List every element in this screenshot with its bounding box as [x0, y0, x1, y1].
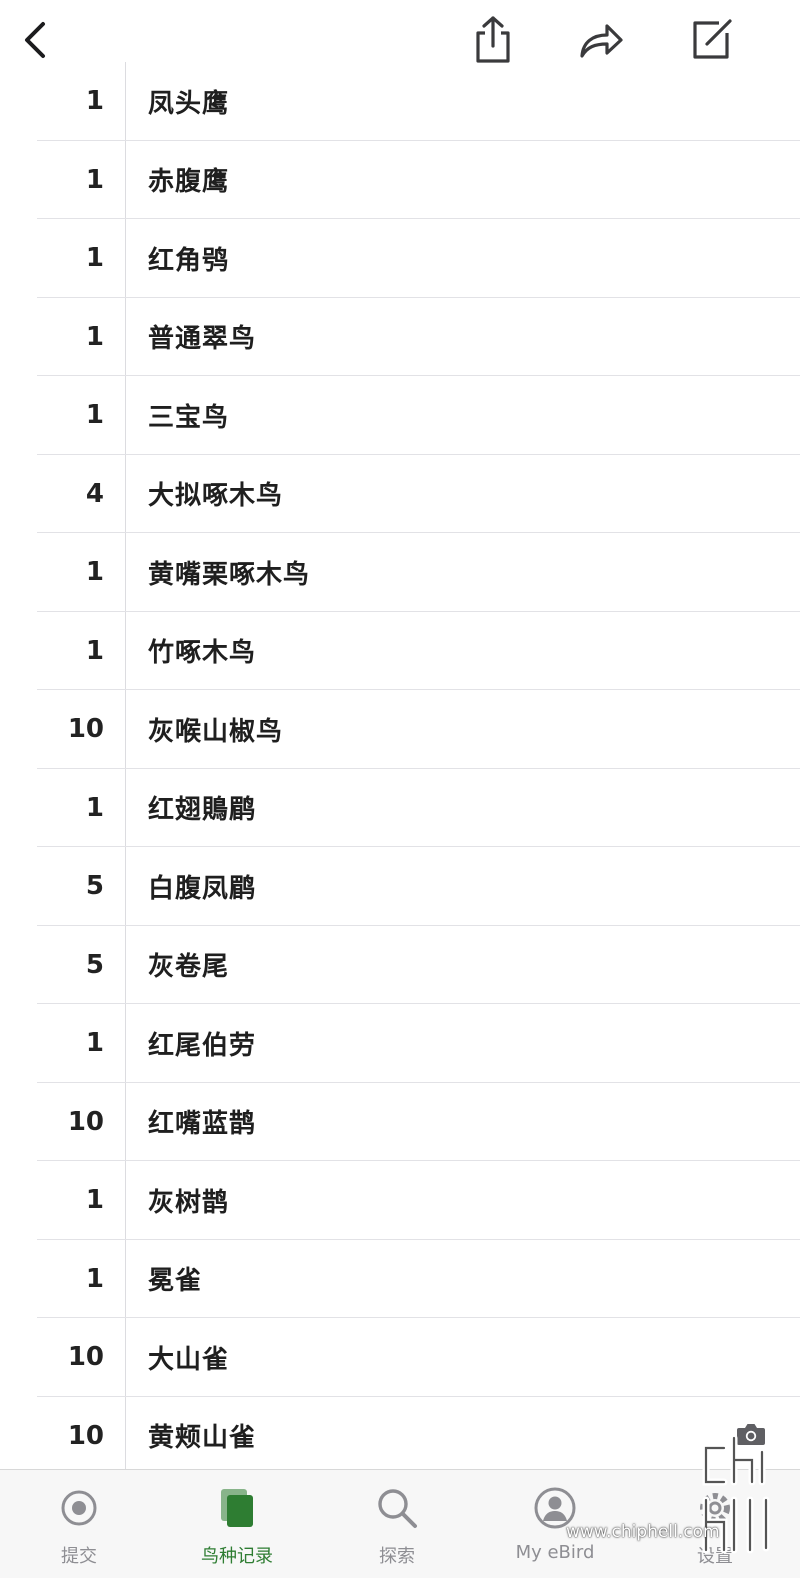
species-name: 黄颊山雀 — [148, 1423, 257, 1454]
list-item[interactable]: 1 凤头鹰 — [0, 62, 800, 141]
checklist-screen: 1 凤头鹰 1 赤腹鹰 1 红角鸮 1 普通翠鸟 1 三宝鸟 4 大拟啄木鸟 1… — [0, 0, 800, 1578]
species-name: 普通翠鸟 — [148, 324, 257, 355]
species-name: 红翅鵙鹛 — [148, 795, 257, 826]
species-name: 凤头鹰 — [148, 88, 230, 119]
search-icon — [378, 1489, 417, 1528]
species-count: 1 — [85, 1185, 104, 1216]
species-count: 1 — [85, 400, 104, 431]
target-icon — [61, 1490, 97, 1526]
column-divider — [125, 140, 126, 219]
species-count: 1 — [85, 164, 104, 195]
species-count: 10 — [67, 1342, 104, 1373]
column-divider — [125, 1004, 126, 1083]
column-divider — [125, 690, 126, 769]
species-count: 1 — [85, 635, 104, 666]
tab-label: My eBird — [515, 1542, 595, 1563]
species-name: 三宝鸟 — [148, 402, 230, 433]
species-name: 红尾伯劳 — [148, 1030, 257, 1061]
species-name: 赤腹鹰 — [148, 167, 230, 198]
species-name: 大山雀 — [148, 1344, 230, 1375]
list-item[interactable]: 1 赤腹鹰 — [0, 140, 800, 219]
column-divider — [125, 1396, 126, 1475]
watermark-logo — [694, 1430, 786, 1564]
list-item[interactable]: 5 白腹凤鹛 — [0, 847, 800, 926]
column-divider — [125, 1318, 126, 1397]
chevron-left-icon — [25, 22, 45, 58]
species-name: 红嘴蓝鹊 — [148, 1109, 257, 1140]
list-item[interactable]: 1 红翅鵙鹛 — [0, 768, 800, 847]
list-item[interactable]: 1 红角鸮 — [0, 219, 800, 298]
watermark-url: www.chiphell.com — [566, 1522, 720, 1542]
species-name: 灰喉山椒鸟 — [148, 716, 284, 747]
compose-icon — [693, 19, 732, 59]
species-count: 10 — [67, 1420, 104, 1451]
list-item[interactable]: 10 黄颊山雀 — [0, 1396, 800, 1475]
species-count: 1 — [85, 243, 104, 274]
tab-species-records[interactable]: 鸟种记录 — [162, 1480, 312, 1570]
tab-label: 鸟种记录 — [201, 1546, 273, 1567]
share-icon — [476, 16, 510, 63]
column-divider — [125, 533, 126, 612]
list-item[interactable]: 1 冕雀 — [0, 1239, 800, 1318]
column-divider — [125, 925, 126, 1004]
column-divider — [125, 768, 126, 847]
list-item[interactable]: 5 灰卷尾 — [0, 925, 800, 1004]
list-item[interactable]: 1 普通翠鸟 — [0, 297, 800, 376]
species-count: 4 — [85, 478, 104, 509]
back-button[interactable] — [8, 10, 64, 70]
tab-label: 探索 — [379, 1546, 415, 1567]
species-list: 1 凤头鹰 1 赤腹鹰 1 红角鸮 1 普通翠鸟 1 三宝鸟 4 大拟啄木鸟 1… — [0, 62, 800, 1475]
share-button[interactable] — [465, 10, 521, 70]
list-item[interactable]: 4 大拟啄木鸟 — [0, 454, 800, 533]
column-divider — [125, 1239, 126, 1318]
species-name: 灰卷尾 — [148, 952, 230, 983]
list-item[interactable]: 1 竹啄木鸟 — [0, 611, 800, 690]
species-name: 大拟啄木鸟 — [148, 481, 284, 512]
species-name: 白腹凤鹛 — [148, 873, 257, 904]
list-item[interactable]: 10 大山雀 — [0, 1318, 800, 1397]
column-divider — [125, 62, 126, 141]
species-count: 5 — [85, 871, 104, 902]
species-name: 灰树鹊 — [148, 1187, 230, 1218]
list-item[interactable]: 10 灰喉山椒鸟 — [0, 690, 800, 769]
column-divider — [125, 1161, 126, 1240]
column-divider — [125, 454, 126, 533]
column-divider — [125, 1082, 126, 1161]
species-name: 冕雀 — [148, 1266, 203, 1297]
list-item[interactable]: 1 黄嘴栗啄木鸟 — [0, 533, 800, 612]
species-name: 竹啄木鸟 — [148, 638, 257, 669]
species-count: 1 — [85, 557, 104, 588]
tab-submit[interactable]: 提交 — [4, 1480, 154, 1570]
checklists-icon — [221, 1489, 253, 1527]
column-divider — [125, 611, 126, 690]
list-item[interactable]: 1 灰树鹊 — [0, 1161, 800, 1240]
column-divider — [125, 376, 126, 455]
species-count: 1 — [85, 86, 104, 117]
species-name: 黄嘴栗啄木鸟 — [148, 559, 311, 590]
forward-arrow-icon — [580, 24, 623, 58]
list-item[interactable]: 1 三宝鸟 — [0, 376, 800, 455]
species-count: 1 — [85, 1028, 104, 1059]
species-count: 1 — [85, 792, 104, 823]
column-divider — [125, 219, 126, 298]
species-count: 10 — [67, 714, 104, 745]
tab-label: 提交 — [61, 1546, 97, 1567]
tab-explore[interactable]: 探索 — [322, 1480, 472, 1570]
column-divider — [125, 847, 126, 926]
species-count: 1 — [85, 321, 104, 352]
list-item[interactable]: 1 红尾伯劳 — [0, 1004, 800, 1083]
species-count: 10 — [67, 1106, 104, 1137]
species-count: 5 — [85, 949, 104, 980]
forward-button[interactable] — [573, 10, 629, 70]
column-divider — [125, 297, 126, 376]
species-name: 红角鸮 — [148, 245, 230, 276]
list-item[interactable]: 10 红嘴蓝鹊 — [0, 1082, 800, 1161]
edit-button[interactable] — [684, 10, 740, 70]
species-count: 1 — [85, 1263, 104, 1294]
